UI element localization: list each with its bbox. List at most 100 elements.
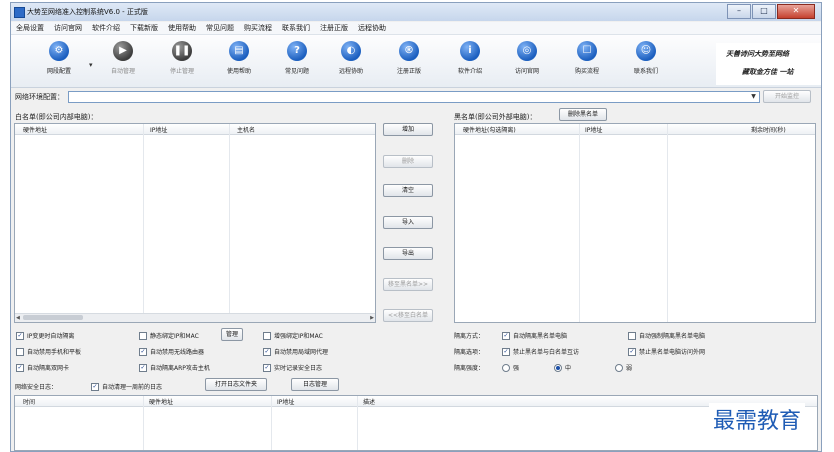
- col-mac[interactable]: 硬件地址: [149, 397, 173, 406]
- title-bar: 大势至网络准入控制系统V6.0 - 正式版 – □ ✕: [11, 3, 821, 21]
- opt-block-internet[interactable]: ✓ 禁止黑名单电脑访问外网: [628, 347, 705, 356]
- auto-manage-button[interactable]: ▶ 自动管理: [99, 37, 147, 83]
- menu-remote[interactable]: 远程协助: [353, 23, 391, 33]
- register-button[interactable]: ® 注册正版: [385, 37, 433, 83]
- whitelist-hscroll[interactable]: ◀ ▶: [15, 313, 375, 322]
- checkbox[interactable]: ✓: [139, 347, 147, 356]
- menu-help[interactable]: 使用帮助: [163, 23, 201, 33]
- scroll-left-icon[interactable]: ◀: [16, 314, 20, 322]
- scroll-right-icon[interactable]: ▶: [370, 314, 374, 322]
- add-button[interactable]: 增加: [383, 123, 433, 136]
- start-monitor-button[interactable]: 开始监控: [763, 90, 811, 103]
- checkbox[interactable]: [628, 331, 636, 340]
- import-button[interactable]: 导入: [383, 216, 433, 229]
- whitelist-label: 白名单(即公司内部电脑)：: [15, 113, 98, 121]
- radio-medium[interactable]: 中: [554, 363, 571, 372]
- col-mac[interactable]: 硬件地址: [23, 125, 47, 134]
- opt-realtime-log[interactable]: ✓ 实时记录安全日志: [263, 363, 322, 372]
- scroll-thumb[interactable]: [23, 315, 83, 320]
- menu-bar: 全局设置 访问官网 软件介绍 下载新版 使用帮助 常见问题 购买流程 联系我们 …: [11, 22, 821, 35]
- checkbox[interactable]: [16, 347, 24, 356]
- contact-button[interactable]: ☺ 联系我们: [622, 37, 670, 83]
- log-label: 网络安全日志：: [15, 384, 58, 391]
- checkbox[interactable]: ✓: [16, 363, 24, 372]
- menu-contact[interactable]: 联系我们: [277, 23, 315, 33]
- move-to-blacklist-button[interactable]: 移至黑名单>>: [383, 278, 433, 291]
- col-time[interactable]: 时间: [23, 397, 35, 406]
- menu-visit-site[interactable]: 访问官网: [49, 23, 87, 33]
- radio[interactable]: [615, 363, 623, 372]
- opt-auto-isolate-dual-nic[interactable]: ✓ 自动隔离双网卡: [16, 363, 69, 372]
- col-mac-isolate[interactable]: 硬件地址(勾选隔离): [463, 125, 516, 134]
- window-title: 大势至网络准入控制系统V6.0 - 正式版: [27, 8, 148, 16]
- close-button[interactable]: ✕: [777, 4, 815, 19]
- faq-button[interactable]: ? 常见问题: [273, 37, 321, 83]
- checkbox[interactable]: ✓: [502, 347, 510, 356]
- log-table[interactable]: 时间 硬件地址 IP地址 描述: [14, 395, 818, 451]
- opt-mode-auto-black[interactable]: ✓ 自动隔离黑名单电脑: [502, 331, 567, 340]
- menu-software-intro[interactable]: 软件介绍: [87, 23, 125, 33]
- radio-weak[interactable]: 弱: [615, 363, 632, 372]
- minimize-button[interactable]: –: [727, 4, 751, 19]
- col-ip[interactable]: IP地址: [585, 125, 602, 134]
- opt-mode-force-black[interactable]: 自动强制隔离黑名单电脑: [628, 331, 705, 340]
- chevron-down-icon[interactable]: ▼: [749, 92, 758, 102]
- opt-auto-disable-phone[interactable]: 自动禁用手机和平板: [16, 347, 81, 356]
- col-description[interactable]: 描述: [363, 397, 375, 406]
- blacklist-table[interactable]: 硬件地址(勾选隔离) IP地址 剩余时间(秒): [454, 123, 816, 323]
- menu-faq[interactable]: 常见问题: [201, 23, 239, 33]
- maximize-button[interactable]: □: [752, 4, 776, 19]
- opt-auto-disable-proxy[interactable]: ✓ 自动禁用局域网代理: [263, 347, 328, 356]
- help-button[interactable]: ▤ 使用帮助: [215, 37, 263, 83]
- menu-purchase[interactable]: 购买流程: [239, 23, 277, 33]
- settings-icon: ⚙: [49, 41, 69, 61]
- stop-manage-button[interactable]: ❚❚ 停止管理: [158, 37, 206, 83]
- checkbox[interactable]: [139, 331, 147, 340]
- col-hostname[interactable]: 主机名: [237, 125, 255, 134]
- whitelist-table[interactable]: 硬件地址 IP地址 主机名 ◀ ▶: [14, 123, 376, 323]
- delete-button[interactable]: 删除: [383, 155, 433, 168]
- opt-auto-clean-log[interactable]: ✓ 自动清理一周前的日志: [91, 382, 162, 391]
- opt-static-bind[interactable]: 静态绑定IP和MAC: [139, 331, 199, 340]
- opt-enhanced-bind[interactable]: 增强绑定IP和MAC: [263, 331, 323, 340]
- log-manage-button[interactable]: 日志管理: [291, 378, 339, 391]
- checkbox[interactable]: ✓: [628, 347, 636, 356]
- menu-register[interactable]: 注册正版: [315, 23, 353, 33]
- software-intro-button[interactable]: i 软件介绍: [446, 37, 494, 83]
- checkbox[interactable]: ✓: [16, 331, 24, 340]
- checkbox[interactable]: ✓: [263, 347, 271, 356]
- col-ip[interactable]: IP地址: [277, 397, 294, 406]
- checkbox[interactable]: [263, 331, 271, 340]
- opt-auto-disable-wireless[interactable]: ✓ 自动禁用无线路由器: [139, 347, 204, 356]
- checkbox[interactable]: ✓: [502, 331, 510, 340]
- purchase-button[interactable]: ☐ 购买流程: [563, 37, 611, 83]
- clear-button[interactable]: 清空: [383, 184, 433, 197]
- segment-config-button[interactable]: ⚙ 网段配置: [35, 37, 83, 83]
- opt-block-interact[interactable]: ✓ 禁止黑名单与白名单互访: [502, 347, 579, 356]
- whitelist-header: 硬件地址 IP地址 主机名: [15, 124, 375, 135]
- menu-download[interactable]: 下载新版: [125, 23, 163, 33]
- visit-site-button[interactable]: ◎ 访问官网: [503, 37, 551, 83]
- export-button[interactable]: 导出: [383, 247, 433, 260]
- remote-assist-button[interactable]: ◐ 远程协助: [327, 37, 375, 83]
- chevron-down-icon[interactable]: ▾: [89, 61, 93, 69]
- network-config-select[interactable]: ▼: [68, 91, 760, 103]
- open-log-folder-button[interactable]: 打开日志文件夹: [205, 378, 267, 391]
- isolation-select-label: 隔离选项：: [454, 349, 485, 356]
- opt-auto-isolate-arp[interactable]: ✓ 自动隔离ARP攻击主机: [139, 363, 210, 372]
- opt-ip-change-isolate[interactable]: ✓ IP变更时自动隔离: [16, 331, 74, 340]
- col-remaining-time[interactable]: 剩余时间(秒): [751, 125, 786, 134]
- radio-strong[interactable]: 强: [502, 363, 519, 372]
- col-ip[interactable]: IP地址: [150, 125, 167, 134]
- move-to-whitelist-button[interactable]: <<移至白名单: [383, 309, 433, 322]
- main-window: 大势至网络准入控制系统V6.0 - 正式版 – □ ✕ 全局设置 访问官网 软件…: [10, 2, 822, 452]
- menu-global-settings[interactable]: 全局设置: [11, 23, 49, 33]
- radio[interactable]: [554, 363, 562, 372]
- contact-icon: ☺: [636, 41, 656, 61]
- manage-button[interactable]: 管理: [221, 328, 243, 341]
- checkbox[interactable]: ✓: [263, 363, 271, 372]
- checkbox[interactable]: ✓: [139, 363, 147, 372]
- checkbox[interactable]: ✓: [91, 382, 99, 391]
- delete-blacklist-button[interactable]: 删除黑名单: [559, 108, 607, 121]
- radio[interactable]: [502, 363, 510, 372]
